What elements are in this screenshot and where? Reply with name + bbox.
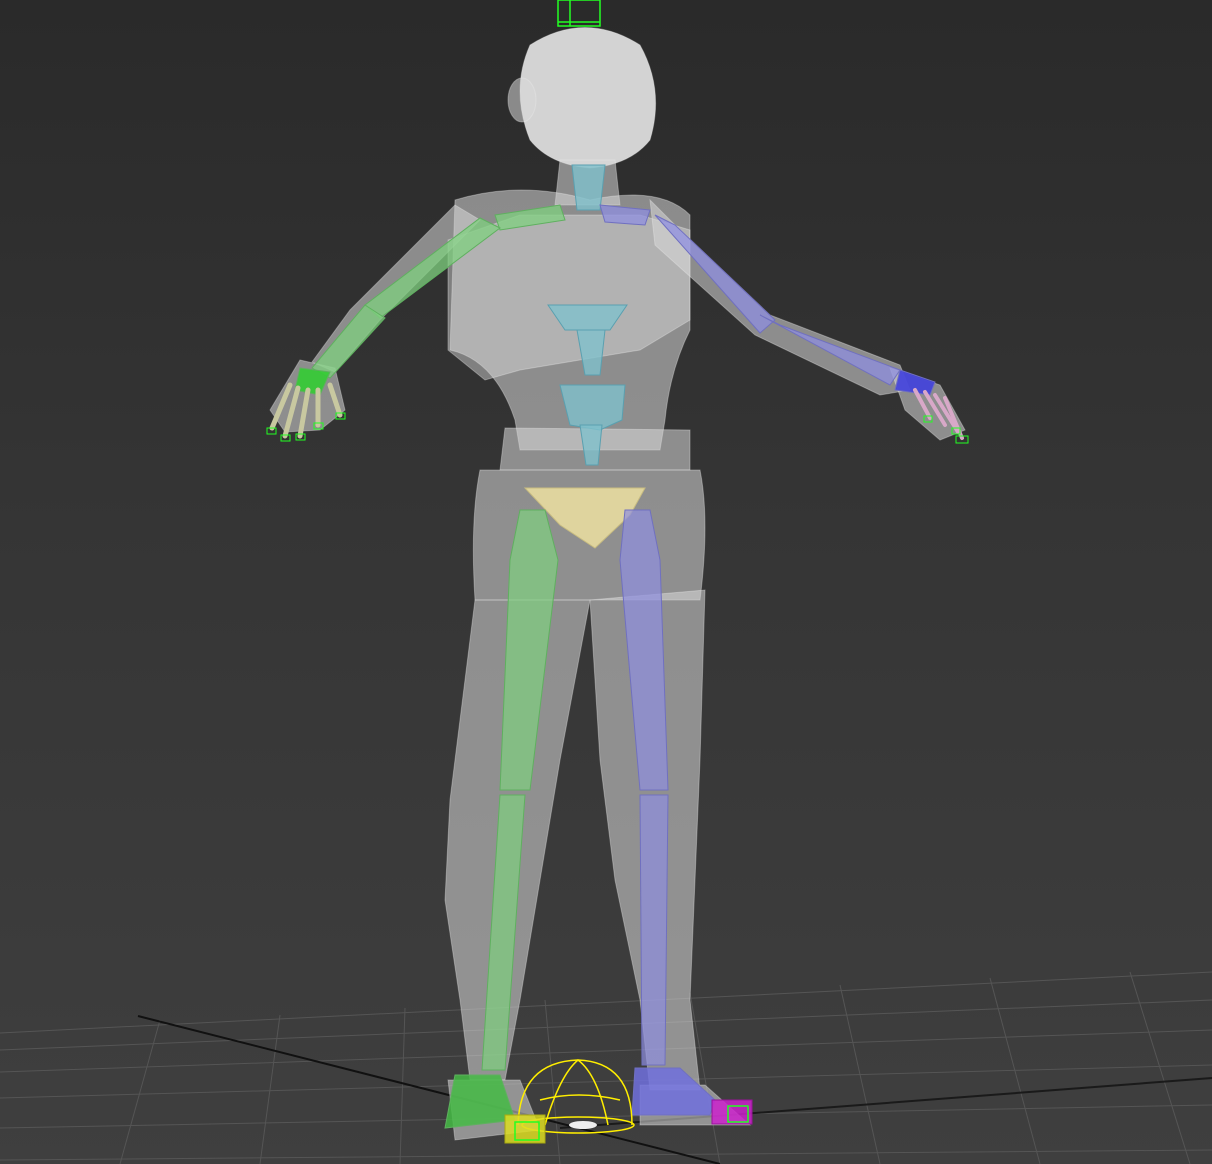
root-center-marker[interactable] [569,1121,597,1129]
right-foot-handle[interactable] [711,1099,753,1125]
left-foot-handle[interactable] [504,1114,546,1144]
viewport-scene[interactable] [0,0,1212,1164]
character-mesh[interactable] [269,27,966,1141]
3d-viewport[interactable] [0,0,1212,1164]
grid-axis-line [137,1015,721,1164]
head-handle-box-gizmo-icon[interactable] [557,0,601,27]
